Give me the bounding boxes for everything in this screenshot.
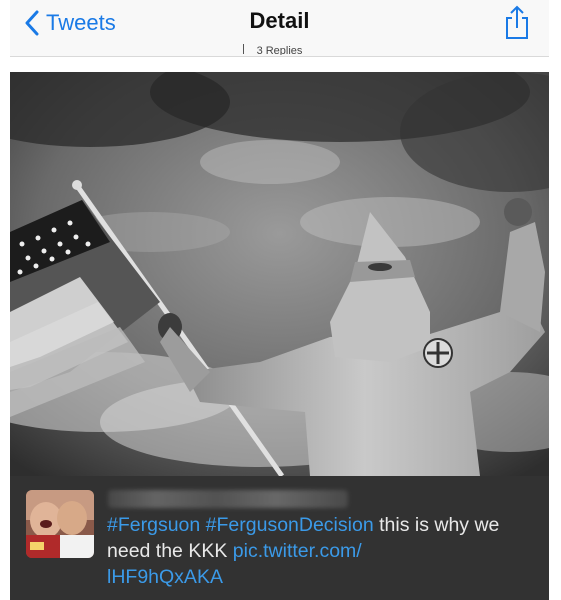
share-button[interactable] (503, 4, 531, 40)
tweet-text: #Fergsuon #FergusonDecision this is why … (107, 512, 532, 590)
tweet-photo[interactable] (10, 72, 549, 476)
page-title: Detail (249, 8, 310, 33)
tweet-card: #Fergsuon #FergusonDecision this is why … (10, 476, 549, 600)
hashtag-fergusondecision[interactable]: #FergusonDecision (206, 514, 374, 536)
avatar-image (26, 490, 94, 558)
replies-count[interactable]: 3 Replies (10, 43, 549, 55)
tweet-link-path[interactable]: lHF9hQxAKA (107, 566, 223, 588)
hashtag-fergsuon[interactable]: #Fergsuon (107, 514, 200, 536)
avatar[interactable] (26, 490, 94, 558)
photo-illustration (10, 72, 549, 476)
share-icon (506, 5, 528, 39)
username-redacted (108, 490, 348, 508)
tweet-link-domain[interactable]: pic.twitter.com/ (233, 540, 362, 562)
navigation-bar: Tweets Detail 3 Replies (10, 0, 549, 57)
